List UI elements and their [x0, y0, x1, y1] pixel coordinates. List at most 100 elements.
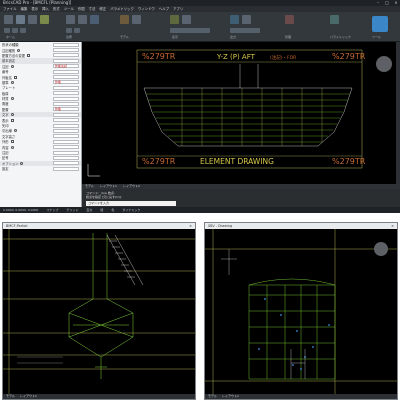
ribbon-rotate-button[interactable]	[90, 15, 99, 24]
vertical-scrollbar[interactable]	[396, 42, 400, 184]
viewport-left-tab-model[interactable]: モデル	[6, 394, 15, 399]
ribbon-layer-dropdown[interactable]	[170, 28, 210, 33]
command-line: コマンド: _line 始点: 終点を指定 [元に戻す(U)]: コマンドを入力	[82, 189, 400, 207]
property-value[interactable]	[53, 155, 79, 160]
radio-icon[interactable]	[10, 97, 14, 101]
ribbon-line-button[interactable]	[4, 15, 13, 24]
property-value[interactable]	[53, 134, 79, 139]
ribbon-move-button[interactable]	[66, 15, 75, 24]
ribbon-block-button[interactable]	[230, 15, 239, 24]
ribbon-group-annotate[interactable]: 注釈	[66, 35, 72, 39]
property-value[interactable]	[53, 85, 79, 90]
property-value[interactable]	[53, 53, 79, 58]
drawing-canvas[interactable]: %279TR %279TR Y-Z (P) AFT (注記)・FOR %279T…	[82, 42, 400, 184]
ribbon-style-dropdown[interactable]	[230, 28, 260, 33]
ribbon-group-model[interactable]: モデル	[120, 35, 129, 39]
property-label: 外形	[2, 140, 9, 145]
property-value[interactable]	[53, 58, 79, 63]
status-ortho[interactable]: 直交	[86, 207, 92, 213]
app-title: BricsCAD Pro - [BMCFL [Planning]]	[3, 0, 72, 5]
radio-icon[interactable]	[10, 113, 14, 117]
ribbon-small-button-1[interactable]	[4, 28, 10, 33]
ribbon-group-button[interactable]	[285, 15, 294, 24]
ribbon-group-manage[interactable]: 管理	[285, 35, 291, 39]
ribbon-small-button-5[interactable]	[74, 28, 80, 33]
property-row[interactable]: 設定	[0, 166, 81, 171]
ribbon-circle-button[interactable]	[28, 15, 37, 24]
ribbon-layer-button[interactable]	[170, 15, 179, 24]
property-value[interactable]	[53, 161, 79, 166]
property-value[interactable]	[53, 101, 79, 106]
checkbox-icon[interactable]	[13, 75, 17, 79]
ribbon-paste-button[interactable]	[372, 16, 388, 32]
property-value[interactable]	[53, 128, 79, 133]
ribbon-dim-button[interactable]	[132, 15, 141, 24]
status-snap[interactable]: スナップ	[46, 207, 58, 213]
ribbon-text-button[interactable]	[120, 15, 129, 24]
property-value[interactable]	[53, 96, 79, 101]
property-value[interactable]	[53, 112, 79, 117]
property-value[interactable]	[53, 75, 79, 80]
checkbox-icon[interactable]	[10, 140, 14, 144]
ribbon-small-button-3[interactable]	[20, 28, 26, 33]
property-value[interactable]	[53, 69, 79, 74]
radio-icon[interactable]	[10, 80, 14, 84]
radio-icon[interactable]	[17, 48, 21, 52]
property-label: 角度	[2, 102, 9, 107]
ribbon-utility-button[interactable]	[330, 15, 339, 24]
viewport-left-tab-layout1[interactable]: レイアウト1	[20, 394, 37, 399]
property-label: 基本設定	[2, 59, 16, 64]
checkbox-icon[interactable]	[27, 53, 31, 57]
viewport-right-tab-layout1[interactable]: レイアウト1	[222, 394, 239, 399]
ribbon-arc-button[interactable]	[40, 15, 49, 24]
element-drawing-label: ELEMENT DRAWING	[200, 157, 274, 166]
checkbox-icon[interactable]	[10, 118, 14, 122]
property-value[interactable]	[53, 91, 79, 96]
ribbon-group-tools[interactable]: ツール	[372, 35, 381, 39]
property-value[interactable]	[53, 145, 79, 150]
view-cube-icon[interactable]	[376, 56, 392, 72]
ribbon-small-button-2[interactable]	[12, 28, 18, 33]
property-value[interactable]	[53, 48, 79, 53]
radio-icon[interactable]	[13, 129, 17, 133]
radio-icon[interactable]	[10, 64, 14, 68]
viewport-right-drawing[interactable]	[205, 229, 397, 395]
radio-icon[interactable]	[10, 145, 14, 149]
property-value[interactable]: 外板	[53, 80, 79, 85]
ribbon-group-view[interactable]: 表示	[172, 35, 178, 39]
viewport-right-tab-model[interactable]: モデル	[208, 394, 217, 399]
property-label: プレート	[2, 86, 16, 91]
property-value[interactable]	[53, 123, 79, 128]
property-value[interactable]	[53, 166, 79, 171]
ribbon-small-button-4[interactable]	[66, 28, 72, 33]
property-label: 注記	[2, 151, 9, 155]
screenshot-root: BricsCAD Pro - [BMCFL [Planning]] – □ × …	[0, 0, 400, 400]
ribbon-layer-props-button[interactable]	[182, 15, 191, 24]
ribbon-insert-button[interactable]	[242, 15, 251, 24]
property-value[interactable]: 外板	[53, 107, 79, 112]
ribbon-polyline-button[interactable]	[16, 15, 25, 24]
ribbon-group-output[interactable]: 出力	[230, 35, 236, 39]
property-value[interactable]	[53, 150, 79, 155]
ribbon-group-home[interactable]: ホーム	[6, 35, 15, 39]
ribbon-copy-button[interactable]	[78, 15, 87, 24]
property-label: 注記	[2, 64, 9, 69]
hull-outline	[143, 87, 353, 147]
property-label: 板厚	[2, 91, 9, 96]
status-dynamic[interactable]: ダイナミック	[122, 207, 140, 213]
viewport-left: BMCF-Partial × モデル レイアウト1	[2, 222, 196, 400]
status-grid[interactable]: グリッド	[66, 207, 78, 213]
radio-icon[interactable]	[20, 161, 24, 165]
property-value[interactable]: 外板注記	[53, 64, 79, 69]
status-polar[interactable]: 極	[100, 207, 103, 213]
property-value[interactable]	[53, 42, 79, 47]
property-value[interactable]	[53, 118, 79, 123]
viewport-right-view-cube-icon[interactable]	[374, 242, 388, 256]
property-label: 設定	[2, 167, 9, 172]
ribbon-group-parametric[interactable]: パラメトリック	[330, 35, 351, 39]
status-color[interactable]: 色	[111, 207, 114, 213]
property-value[interactable]	[53, 139, 79, 144]
command-input[interactable]: コマンドを入力	[86, 201, 176, 206]
viewport-right-tabs: モデル レイアウト1	[205, 394, 397, 399]
viewport-left-drawing[interactable]	[3, 229, 195, 395]
